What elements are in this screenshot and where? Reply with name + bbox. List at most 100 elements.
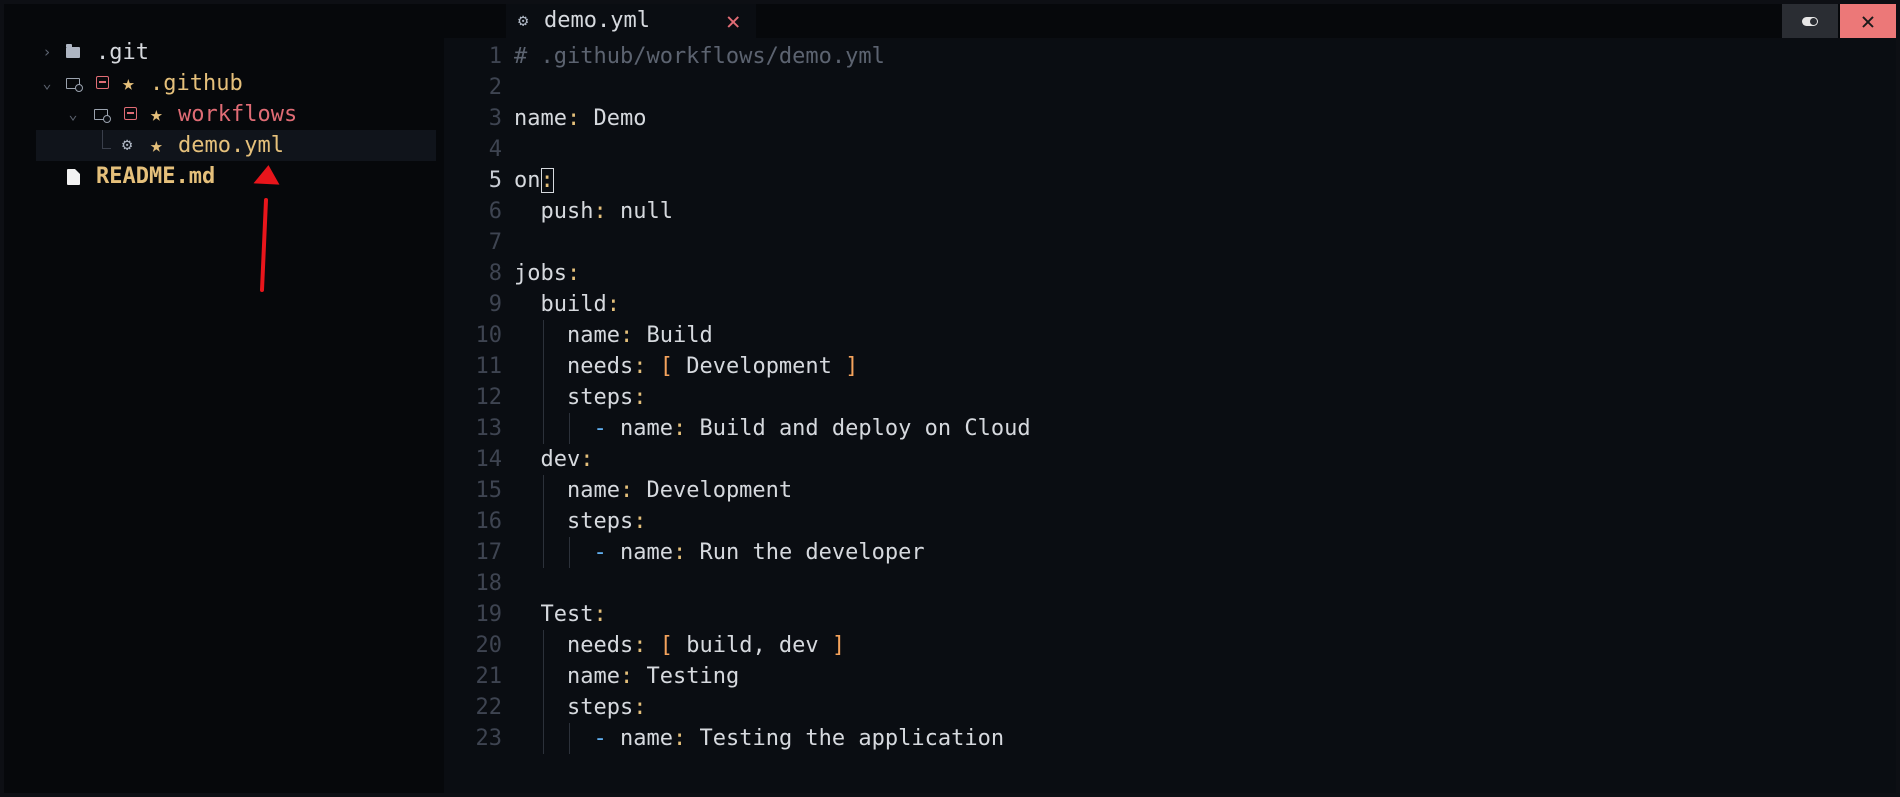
git-modified-icon [96,76,109,89]
colon-token: : [619,478,634,503]
key-token: steps [566,385,634,410]
code-line: 17 - name: Run the developer [444,537,1896,568]
tree-item-git[interactable]: › .git [36,37,436,68]
colon-token: : [566,106,581,131]
file-explorer: › .git ⌄ ★ .github ⌄ ★ workflows ⚙ ★ dem… [4,4,444,793]
colon-token: : [580,447,594,472]
key-token: jobs [514,261,567,286]
line-number: 5 [488,168,502,193]
indent-guide [542,320,544,444]
tree-item-readme[interactable]: README.md [36,161,436,192]
line-text: name: Build [514,320,713,351]
indent-guide [569,537,570,568]
dash-token: - [593,726,607,751]
key-token: name [566,664,620,689]
line-number: 21 [475,664,503,689]
window-close-button[interactable]: ✕ [1840,4,1896,38]
list-value-token: Development [686,354,832,379]
tree-item-demo-yml[interactable]: ⚙ ★ demo.yml [36,130,436,161]
key-token: needs [566,633,634,658]
line-text: - name: Build and deploy on Cloud [514,413,1031,444]
key-token: needs [566,354,634,379]
indent-guide [569,413,570,444]
line-number: 4 [488,137,502,162]
tab-bar: ⚙ demo.yml ✕ ✕ [444,4,1896,38]
code-line: 1 # .github/workflows/demo.yml [444,41,1896,72]
key-token: push [540,199,594,224]
line-number: 22 [475,695,503,720]
code-line: 3 name: Demo [444,103,1896,134]
code-line: 16 steps: [444,506,1896,537]
colon-token: : [619,664,634,689]
line-text: jobs: [514,258,580,289]
colon-token: : [566,261,581,286]
indent-guide [569,723,570,754]
value-token: Testing [646,664,740,689]
colon-token: : [633,509,647,534]
bracket-token: [ [659,354,673,379]
tree-indent-guide [102,130,111,149]
tab-demo-yml[interactable]: ⚙ demo.yml ✕ [506,4,756,38]
chevron-down-icon[interactable]: ⌄ [40,68,54,99]
app-window: › .git ⌄ ★ .github ⌄ ★ workflows ⚙ ★ dem… [4,4,1896,793]
chevron-right-icon[interactable]: › [40,37,54,68]
line-text: - name: Run the developer [514,537,925,568]
value-token: Build [646,323,713,348]
line-text: push: null [514,196,673,227]
chevron-down-icon[interactable]: ⌄ [66,99,80,130]
code-line: 19 Test: [444,599,1896,630]
line-text: Test: [514,599,607,630]
key-token: name [619,540,673,565]
line-number: 14 [475,447,503,472]
bracket-token: ] [845,354,859,379]
colon-token: : [593,199,607,224]
line-text: steps: [514,692,646,723]
code-line: 8 jobs: [444,258,1896,289]
folder-icon [66,44,80,58]
line-text: dev: [514,444,594,475]
line-text: steps: [514,506,646,537]
value-token: null [619,199,673,224]
tree-item-label: workflows [178,102,298,127]
markdown-file-icon [67,169,80,185]
colon-token: : [606,292,620,317]
gear-icon: ⚙ [518,11,529,31]
line-text: # .github/workflows/demo.yml [514,41,885,72]
code-line: 18 [444,568,1896,599]
colon-token: : [619,323,634,348]
toggle-button[interactable] [1782,4,1838,38]
value-token: Run the developer [699,540,925,565]
tree-item-label: .github [150,71,243,96]
tree-item-workflows[interactable]: ⌄ ★ workflows [36,99,436,130]
code-line: 9 build: [444,289,1896,320]
colon-token: : [672,726,687,751]
line-number: 10 [475,323,503,348]
key-token: name [619,416,673,441]
value-token: Testing the application [699,726,1005,751]
code-line: 20 needs: [ build, dev ] [444,630,1896,661]
colon-token: : [633,354,647,379]
tree-item-github[interactable]: ⌄ ★ .github [36,68,436,99]
line-number: 20 [475,633,503,658]
line-text: name: Development [514,475,792,506]
git-modified-icon [124,107,137,120]
bracket-token: ] [831,633,846,658]
line-text: needs: [ build, dev ] [514,630,845,661]
key-token: name [566,323,620,348]
value-token: Build and deploy on Cloud [699,416,1031,441]
code-line: 15 name: Development [444,475,1896,506]
line-number: 8 [488,261,502,286]
colon-token: : [633,633,647,658]
line-number: 2 [488,75,502,100]
key-token: on [514,168,541,193]
tab-title: demo.yml [544,8,650,33]
colon-token: : [540,168,554,193]
line-number: 6 [488,199,502,224]
editor-pane: ⚙ demo.yml ✕ ✕ 1 # .github/workflows/demo… [444,4,1896,793]
line-number: 17 [475,540,503,565]
value-token: Demo [593,106,647,131]
indent-guide [542,475,544,568]
value-token: Development [646,478,793,503]
colon-token: : [593,602,607,627]
close-icon[interactable]: ✕ [726,4,740,38]
